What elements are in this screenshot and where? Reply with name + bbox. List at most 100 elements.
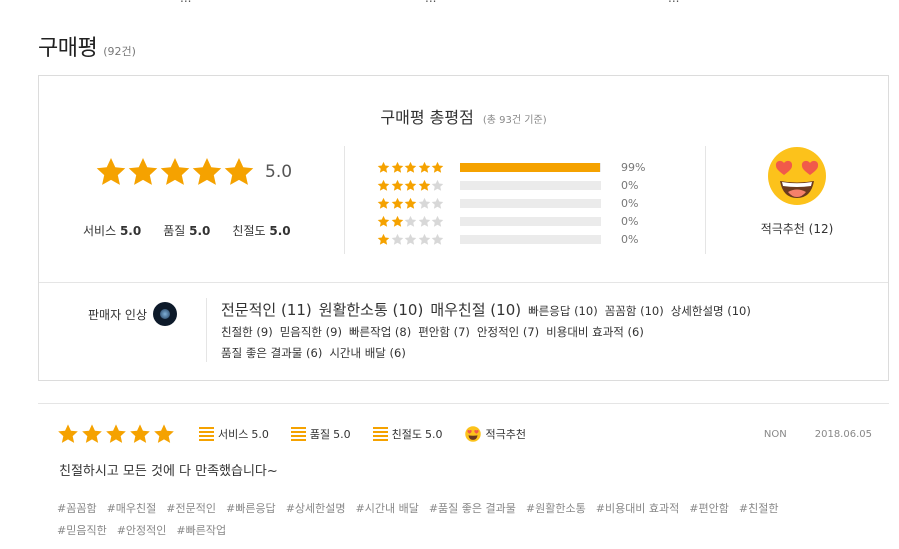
distribution-percent: 0% [621, 178, 639, 192]
review-recommend-label: 적극추천 [485, 428, 526, 441]
star-icon [431, 179, 444, 191]
star-icon [160, 158, 190, 185]
impression-tag: 편안함 (7) [418, 325, 470, 339]
sub-score-kindness: 친절도 5.0 [232, 222, 290, 239]
review-hashtag[interactable]: #빠른응답 [226, 498, 276, 520]
review-meta: NON 2018.06.05 [764, 429, 872, 440]
rating-summary-panel: 구매평 총평점 (총 93건 기준) 5.0 서비스 5.0 품질 5.0 친절… [38, 75, 889, 381]
star-icon [192, 158, 222, 185]
star-icon [418, 215, 430, 227]
sub-score-quality: 품질 5.0 [163, 222, 210, 239]
distribution-row: 0% [377, 176, 645, 194]
impression-tag: 비용대비 효과적 (6) [546, 325, 644, 339]
sub-score-label: 친절도 [232, 224, 266, 238]
distribution-stars [377, 233, 459, 246]
sub-score-label: 품질 [163, 224, 186, 238]
divider [39, 282, 888, 283]
review-hashtag[interactable]: #꼼꼼함 [57, 498, 97, 520]
distribution-stars [377, 215, 459, 228]
summary-title: 구매평 총평점 (총 93건 기준) [39, 104, 888, 128]
sub-score-value: 5.0 [119, 224, 142, 238]
star-icon [404, 215, 417, 227]
score-bars-icon [290, 427, 306, 441]
star-icon [391, 215, 403, 227]
impression-tag: 전문적인 (11) [221, 301, 312, 319]
review-score-value: 5.0 [251, 427, 269, 441]
heart-eyes-emoji-icon [768, 147, 826, 205]
cut-off-text: ... [180, 0, 191, 5]
star-icon [391, 197, 403, 209]
review-score-service: 서비스 5.0 [199, 426, 269, 442]
star-icon [391, 233, 403, 245]
star-icon [130, 424, 150, 443]
divider [705, 146, 706, 254]
distribution-bar [460, 162, 601, 172]
score-bars-icon [199, 427, 214, 441]
score-bars-icon [372, 427, 388, 441]
star-icon [418, 197, 430, 209]
distribution-row: 0% [377, 230, 645, 248]
star-icon [391, 161, 403, 173]
star-icon [154, 424, 174, 443]
rating-distribution: 99% 0% 0% 0% 0% [377, 158, 645, 248]
distribution-bar [460, 234, 601, 244]
star-icon [377, 161, 390, 173]
star-icon [404, 179, 417, 191]
review-hashtag[interactable]: #안정적인 [117, 520, 167, 542]
review-score-label: 친절도 [391, 428, 422, 441]
star-icon [418, 233, 430, 245]
reviews-count: (92건) [103, 45, 136, 58]
review-date: 2018.06.05 [814, 428, 872, 440]
reviews-heading: 구매평 (92건) [38, 30, 136, 62]
review-text: 친절하시고 모든 것에 다 만족했습니다~ [59, 464, 278, 479]
review-hashtag[interactable]: #전문적인 [166, 498, 216, 520]
seller-impression-label: 판매자 인상 [88, 302, 178, 326]
star-icon [404, 233, 417, 245]
review-score-value: 5.0 [333, 427, 351, 441]
heart-eyes-emoji-icon [464, 426, 481, 442]
distribution-stars [377, 179, 459, 192]
sub-score-value: 5.0 [189, 224, 211, 238]
impression-tag: 빠른응답 (10) [528, 304, 598, 318]
summary-subtitle: (총 93건 기준) [482, 115, 547, 126]
impression-tag: 상세한설명 (10) [670, 304, 751, 318]
star-icon [128, 158, 158, 185]
impression-tag: 매우친절 (10) [430, 301, 522, 319]
seller-avatar[interactable] [153, 302, 178, 326]
overall-score: 5.0 [265, 162, 293, 182]
review-hashtag[interactable]: #품질 좋은 결과물 [429, 498, 516, 520]
impression-tags: 전문적인 (11) 원활한소통 (10) 매우친절 (10) 빠른응답 (10) 꼼꼼함… [221, 300, 861, 363]
star-icon [404, 197, 417, 209]
review-hashtag[interactable]: #비용대비 효과적 [596, 498, 680, 520]
review-score-quality: 품질 5.0 [290, 426, 351, 442]
review-hashtag[interactable]: #빠른작업 [176, 520, 226, 542]
summary-title-text: 구매평 총평점 [380, 108, 474, 127]
distribution-bar [460, 198, 601, 208]
impression-tag: 믿음직한 (9) [279, 325, 342, 339]
impression-tag: 친절한 (9) [221, 325, 273, 339]
review-hashtag[interactable]: #믿음직한 [57, 520, 107, 542]
recommend-block: 적극추천 (12) [737, 146, 857, 237]
cut-off-text: ... [668, 0, 679, 5]
review-hashtag[interactable]: #시간내 배달 [356, 498, 419, 520]
review-hashtag[interactable]: #매우친절 [107, 498, 157, 520]
distribution-bar [460, 180, 601, 190]
distribution-percent: 0% [621, 214, 639, 228]
distribution-stars [377, 197, 459, 210]
impression-tag: 시간내 배달 (6) [329, 346, 406, 360]
impression-tag: 안정적인 (7) [476, 325, 540, 339]
star-icon [404, 161, 417, 173]
review-hashtag[interactable]: #원활한소통 [526, 498, 586, 520]
review-score-label: 서비스 [218, 428, 249, 441]
impression-tag: 원활한소통 (10) [318, 301, 424, 319]
review-hashtag[interactable]: #편안함 [689, 498, 729, 520]
review-score-value: 5.0 [425, 427, 443, 441]
star-icon [377, 197, 390, 209]
sub-score-service: 서비스 5.0 [83, 222, 141, 239]
distribution-row: 99% [377, 158, 645, 176]
distribution-percent: 0% [621, 232, 639, 246]
reviews-title: 구매평 [38, 36, 98, 61]
review-hashtag[interactable]: #상세한설명 [286, 498, 346, 520]
star-icon [58, 424, 78, 443]
review-hashtag[interactable]: #친절한 [739, 498, 779, 520]
